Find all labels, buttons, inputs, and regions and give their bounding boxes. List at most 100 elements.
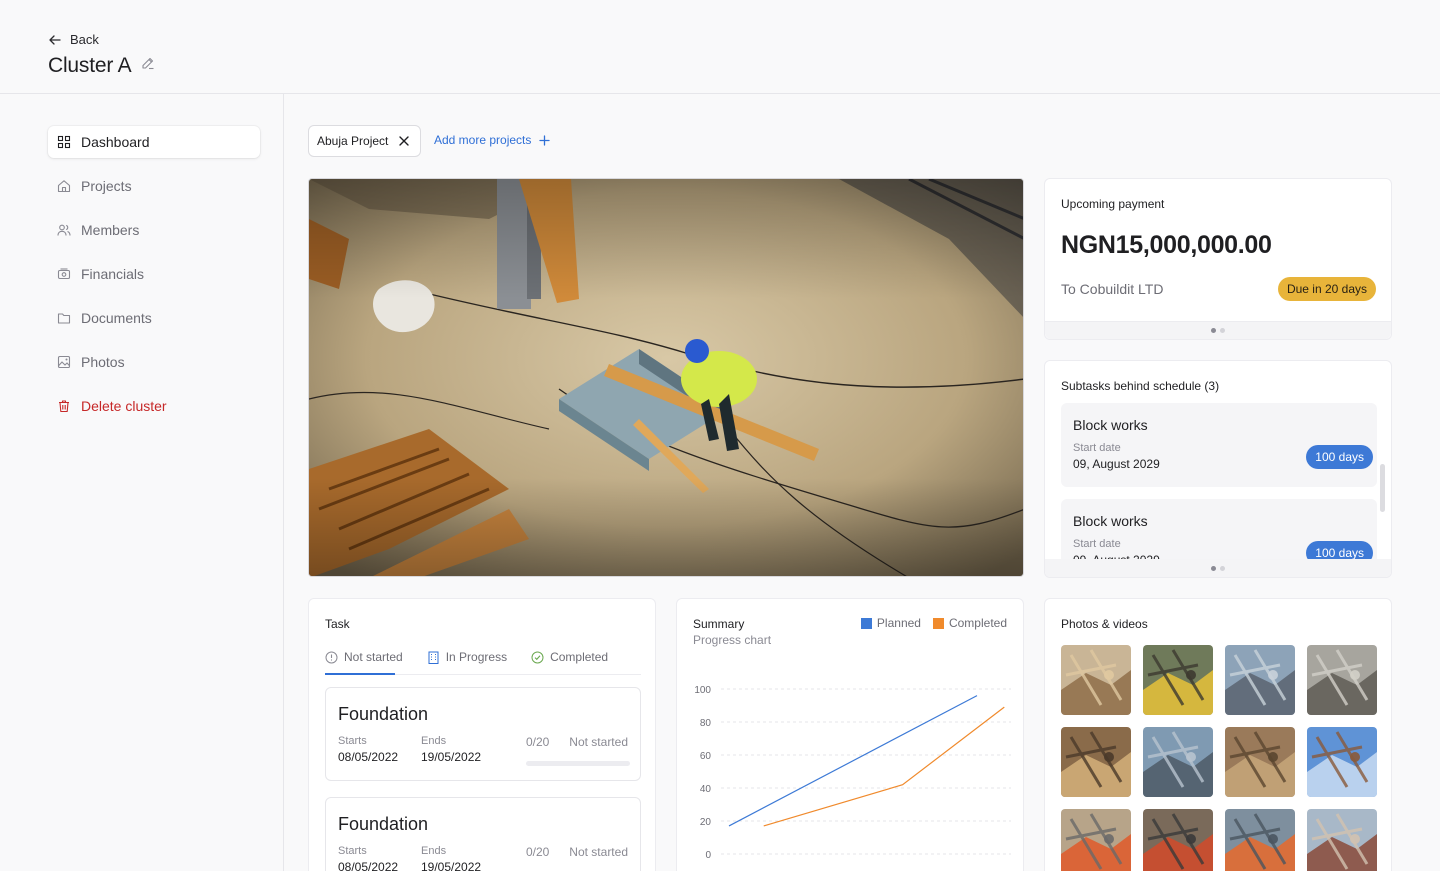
active-tab-indicator (325, 673, 395, 675)
photo-thumbnail[interactable] (1143, 727, 1213, 797)
task-title: Foundation (338, 704, 429, 724)
carousel-dot-active[interactable] (1211, 565, 1216, 571)
chart-legend: Planned Completed (860, 616, 1007, 630)
add-projects-label: Add more projects (434, 133, 532, 147)
edit-icon[interactable] (141, 56, 155, 70)
sidebar-item-label: Delete cluster (81, 398, 167, 414)
legend-swatch-completed (932, 617, 944, 629)
task-item[interactable]: Foundation Starts 08/05/2022 Ends 19/05/… (325, 687, 641, 781)
photo-thumbnail[interactable] (1307, 809, 1377, 871)
sidebar-item-label: Projects (81, 178, 132, 194)
photo-thumbnail[interactable] (1143, 645, 1213, 715)
upcoming-payment-card: Upcoming payment NGN15,000,000.00 To Cob… (1044, 178, 1392, 340)
sidebar-item-photos[interactable]: Photos (48, 346, 260, 378)
sidebar-item-financials[interactable]: Financials (48, 258, 260, 290)
carousel-dot[interactable] (1220, 565, 1225, 571)
project-chip-label: Abuja Project (317, 134, 389, 148)
trash-icon (59, 400, 69, 413)
tab-completed[interactable]: Completed (531, 645, 608, 669)
photo-thumbnail[interactable] (1225, 645, 1295, 715)
project-chip[interactable]: Abuja Project (308, 125, 422, 157)
y-tick-label: 100 (694, 685, 711, 696)
money-icon (57, 268, 71, 280)
photo-thumbnail[interactable] (1307, 645, 1377, 715)
sidebar-item-dashboard[interactable]: Dashboard (48, 126, 260, 158)
y-tick-label: 40 (700, 784, 712, 795)
task-item[interactable]: Foundation Starts 08/05/2022 Ends 19/05/… (325, 797, 641, 871)
carousel-dot-active[interactable] (1211, 328, 1216, 333)
carousel-dot[interactable] (1220, 328, 1225, 333)
sidebar-item-label: Photos (81, 354, 125, 370)
folder-icon (57, 313, 71, 324)
image-icon (57, 355, 71, 369)
add-projects-link[interactable]: Add more projects (434, 133, 551, 147)
ends-label: Ends (421, 735, 447, 747)
task-count: 0/20 (526, 845, 550, 859)
series-line-planned (728, 695, 978, 827)
task-status: Not started (569, 735, 628, 749)
sidebar-item-documents[interactable]: Documents (48, 302, 260, 334)
page-title: Cluster A (48, 54, 132, 77)
photo-thumbnail[interactable] (1061, 727, 1131, 797)
ends-date: 19/05/2022 (421, 860, 482, 871)
task-progress-bar (526, 761, 630, 766)
subtasks-scrollbar[interactable] (1380, 464, 1385, 512)
sidebar-item-label: Members (81, 222, 140, 238)
photo-thumbnail[interactable] (1143, 809, 1213, 871)
back-label: Back (70, 32, 99, 47)
task-status: Not started (569, 845, 628, 859)
photos-videos-card: Photos & videos (1044, 598, 1392, 871)
subtasks-label: Subtasks behind schedule (3) (1061, 379, 1220, 393)
days-behind-badge: 100 days (1306, 445, 1373, 469)
delete-cluster-button[interactable]: Delete cluster (48, 390, 260, 422)
y-tick-label: 80 (700, 718, 712, 729)
sidebar-item-label: Financials (81, 266, 145, 282)
building-icon (428, 651, 439, 664)
payment-payee: To Cobuildit LTD (1061, 281, 1164, 297)
y-tick-label: 0 (705, 850, 711, 861)
summary-label: Summary (693, 617, 745, 631)
photo-thumbnail[interactable] (1225, 727, 1295, 797)
y-tick-label: 60 (700, 751, 712, 762)
carousel-pagination (1045, 559, 1391, 577)
subtask-item[interactable]: Block works Start date 09, August 2029 1… (1061, 403, 1377, 487)
subtasks-behind-schedule-card: Subtasks behind schedule (3) Block works… (1044, 360, 1392, 578)
summary-subtitle: Progress chart (693, 633, 772, 647)
page-header: Back Cluster A (0, 0, 1440, 94)
subtask-title: Block works (1073, 513, 1148, 529)
grid-icon (57, 135, 71, 149)
users-icon (57, 224, 71, 236)
starts-date: 08/05/2022 (338, 750, 399, 764)
subtask-title: Block works (1073, 417, 1148, 433)
starts-date: 08/05/2022 (338, 860, 399, 871)
task-label: Task (325, 617, 350, 631)
plus-icon (539, 134, 551, 146)
tab-in-progress[interactable]: In Progress (427, 645, 507, 669)
close-icon[interactable] (398, 135, 410, 147)
tab-label: Not started (344, 650, 403, 664)
photo-thumbnail[interactable] (1061, 645, 1131, 715)
subtask-start-label: Start date (1073, 442, 1121, 454)
photo-thumbnail[interactable] (1225, 809, 1295, 871)
legend-completed: Completed (932, 616, 1007, 630)
sidebar: Dashboard Projects Members Financials Do… (0, 94, 284, 871)
sidebar-item-label: Documents (81, 310, 152, 326)
ends-date: 19/05/2022 (421, 750, 482, 764)
check-circle-icon (531, 651, 544, 663)
photo-thumbnail[interactable] (1061, 809, 1131, 871)
task-title: Foundation (338, 814, 429, 834)
task-count: 0/20 (526, 735, 550, 749)
starts-label: Starts (338, 845, 367, 857)
tab-not-started[interactable]: Not started (325, 645, 403, 669)
due-badge: Due in 20 days (1277, 277, 1376, 301)
ends-label: Ends (421, 845, 447, 857)
subtask-start-label: Start date (1073, 538, 1121, 550)
carousel-pagination (1045, 321, 1391, 339)
photo-thumbnail[interactable] (1307, 727, 1377, 797)
summary-card: Summary Progress chart Planned Completed… (676, 598, 1024, 871)
sidebar-item-members[interactable]: Members (48, 214, 260, 246)
sidebar-item-projects[interactable]: Projects (48, 170, 260, 202)
back-button[interactable]: Back (48, 32, 99, 47)
info-circle-icon (325, 651, 338, 663)
series-line-completed (763, 706, 1005, 827)
